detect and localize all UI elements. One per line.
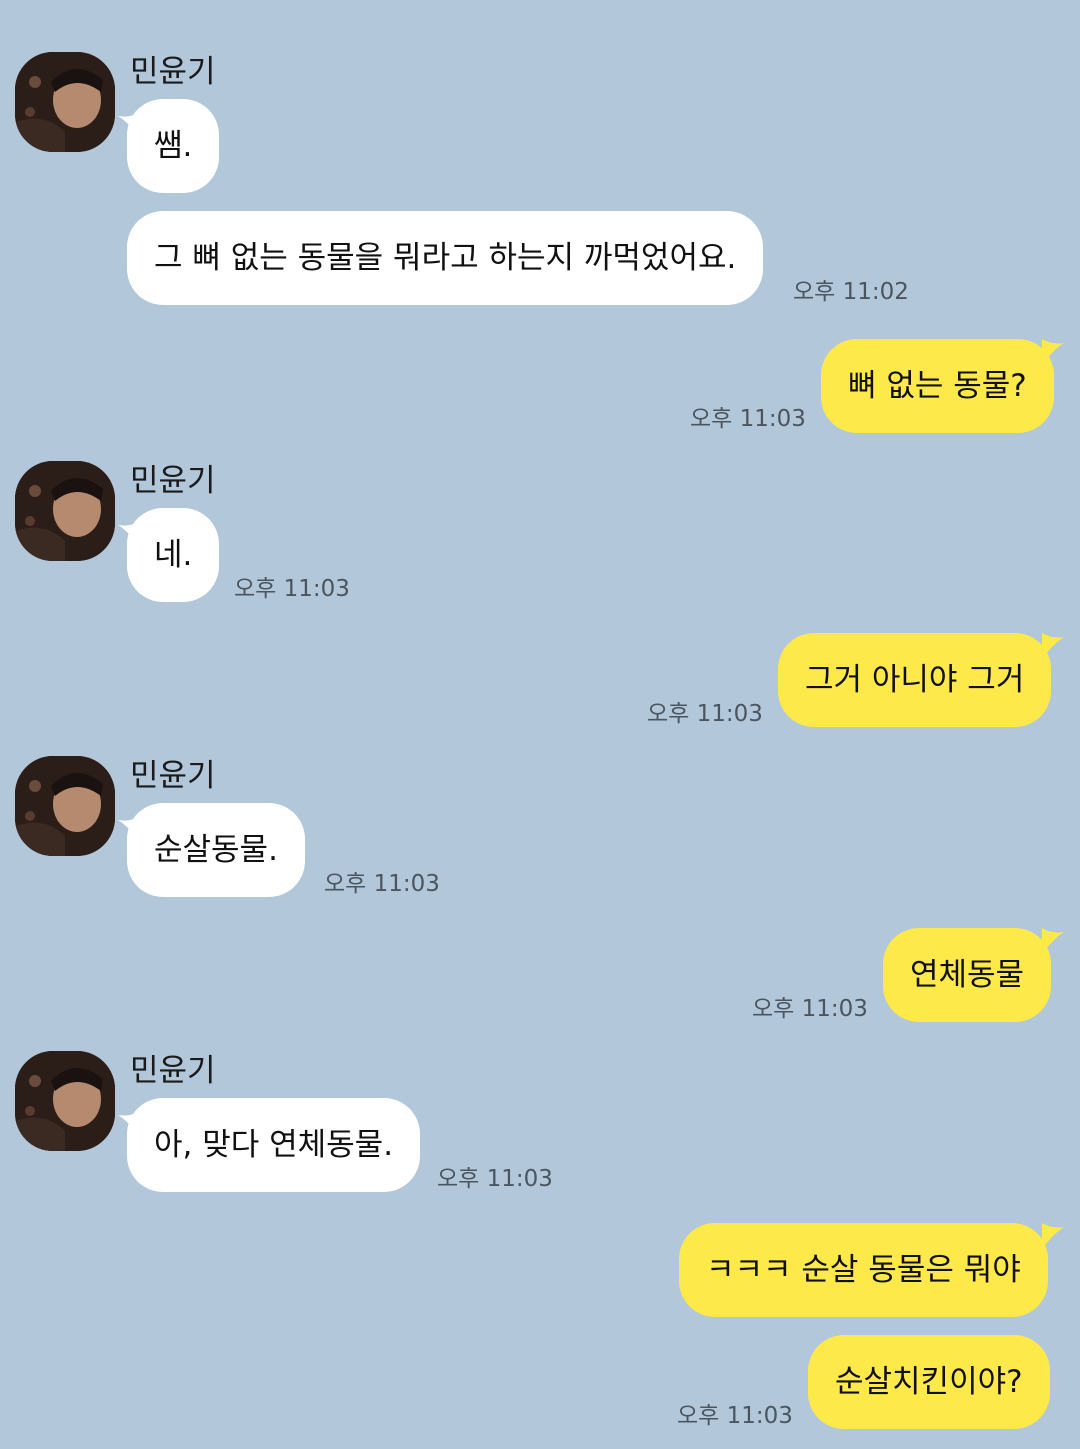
chat-message-list[interactable]: 민윤기 쌤. 그 뼈 없는 동물을 뭐라고 하는지 까먹었어요. 오후 11:0…	[0, 0, 1080, 1449]
contact-avatar[interactable]	[15, 461, 115, 561]
bubble-tail	[1042, 633, 1064, 659]
message-timestamp: 오후 11:03	[647, 701, 763, 727]
outgoing-message-bubble[interactable]: 뼈 없는 동물?	[821, 339, 1054, 433]
incoming-message-bubble[interactable]: 쌤.	[127, 99, 220, 193]
message-timestamp: 오후 11:03	[324, 871, 440, 897]
outgoing-message-bubble[interactable]: 그거 아니야 그거	[778, 633, 1052, 727]
avatar-photo-icon	[15, 52, 115, 152]
message-timestamp: 오후 11:03	[752, 996, 868, 1022]
avatar-photo-icon	[15, 1051, 115, 1151]
message-timestamp: 오후 11:02	[793, 279, 909, 305]
avatar-photo-icon	[15, 756, 115, 856]
incoming-message-bubble[interactable]: 네.	[127, 508, 220, 602]
incoming-message-bubble[interactable]: 아, 맞다 연체동물.	[127, 1098, 421, 1192]
contact-name: 민윤기	[130, 463, 216, 499]
outgoing-message-bubble[interactable]: 연체동물	[883, 928, 1052, 1022]
avatar-photo-icon	[15, 461, 115, 561]
contact-avatar[interactable]	[15, 1051, 115, 1151]
incoming-message-bubble[interactable]: 순살동물.	[127, 803, 305, 897]
message-timestamp: 오후 11:03	[677, 1403, 793, 1429]
outgoing-message-bubble[interactable]: ㅋㅋㅋ 순살 동물은 뭐야	[679, 1223, 1048, 1317]
incoming-message-bubble[interactable]: 그 뼈 없는 동물을 뭐라고 하는지 까먹었어요.	[127, 211, 764, 305]
message-timestamp: 오후 11:03	[437, 1166, 553, 1192]
contact-avatar[interactable]	[15, 756, 115, 856]
bubble-tail	[1042, 339, 1064, 365]
outgoing-message-bubble[interactable]: 순살치킨이야?	[808, 1335, 1050, 1429]
bubble-tail	[1042, 928, 1064, 954]
contact-name: 민윤기	[130, 54, 216, 90]
bubble-tail	[1042, 1223, 1064, 1249]
contact-name: 민윤기	[130, 1053, 216, 1089]
contact-avatar[interactable]	[15, 52, 115, 152]
message-timestamp: 오후 11:03	[690, 406, 806, 432]
message-timestamp: 오후 11:03	[234, 576, 350, 602]
contact-name: 민윤기	[130, 758, 216, 794]
